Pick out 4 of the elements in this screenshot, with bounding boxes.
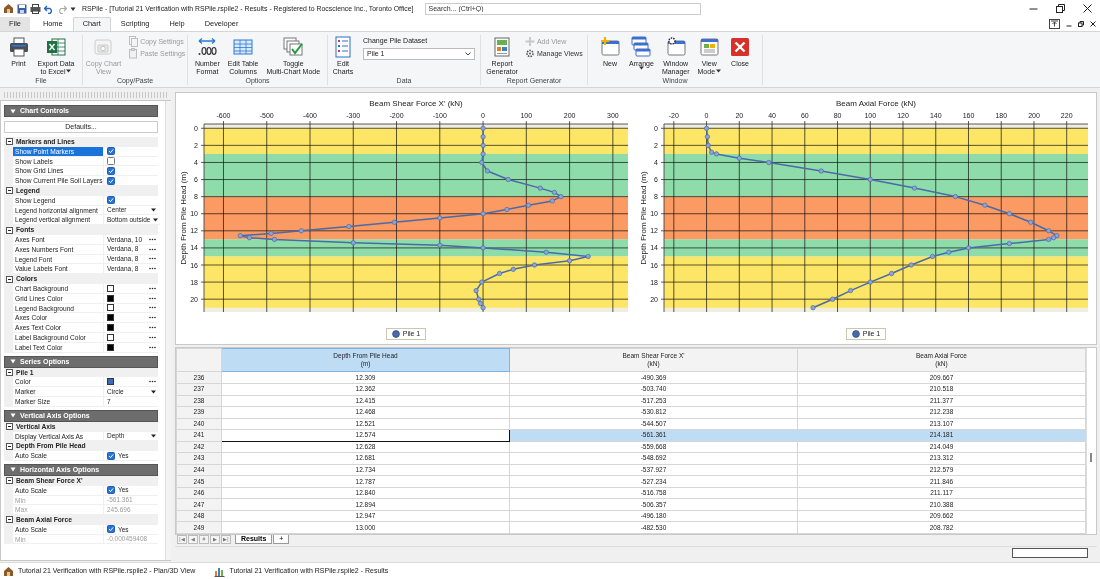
axis-title: Beam Shear Force X' (kN) — [369, 99, 463, 108]
axis-title: Depth From Pile Head (m) — [639, 171, 648, 265]
axis-title: Depth From Pile Head (m) — [179, 171, 188, 265]
axis-title: Beam Axial Force (kN) — [836, 99, 916, 108]
